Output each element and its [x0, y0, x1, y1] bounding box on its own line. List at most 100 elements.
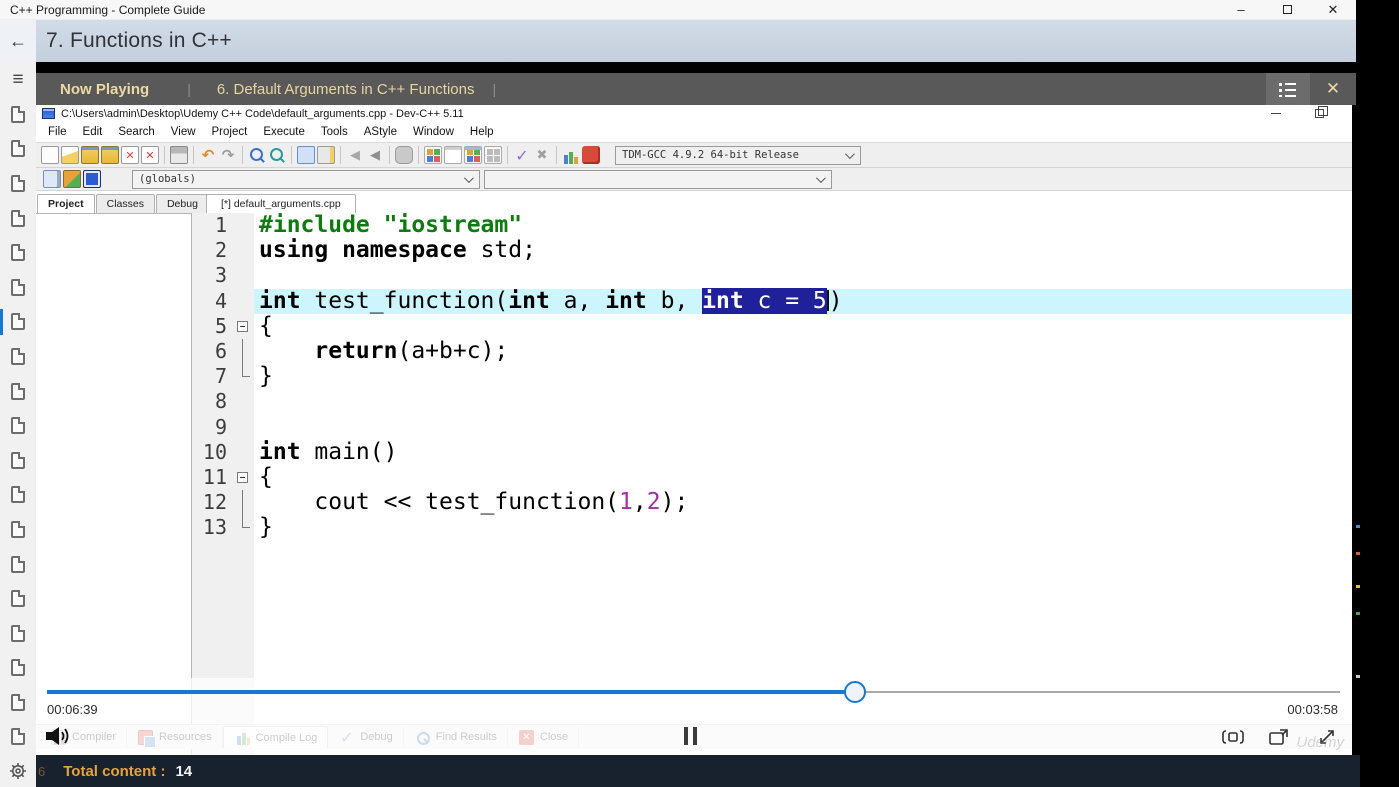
seek-fill: [47, 690, 855, 694]
members-select: [484, 170, 832, 189]
redo-icon: [219, 146, 237, 164]
lecture-item-selected[interactable]: [0, 305, 36, 340]
menu-button[interactable]: ≡: [12, 70, 23, 89]
document-icon: [11, 659, 25, 676]
theater-mode-button[interactable]: [1220, 725, 1246, 749]
fold-gutter: [232, 289, 254, 314]
menu-tools: Tools: [313, 126, 356, 138]
document-icon: [11, 279, 25, 296]
find-icon: [248, 146, 266, 164]
line-number: 6: [192, 339, 232, 364]
code-text: {: [254, 465, 1352, 490]
chevron-down-icon: [845, 149, 855, 159]
toolbar-separator: [164, 146, 165, 164]
document-icon: [11, 728, 25, 745]
player-controls-overlay: 00:06:39 00:03:58: [36, 678, 1352, 755]
lecture-list: [0, 97, 36, 754]
pause-icon: [684, 727, 688, 745]
insert-icon: [63, 170, 81, 188]
code-line-3: 3: [192, 263, 1352, 288]
line-number: 2: [192, 238, 232, 263]
document-icon: [11, 590, 25, 607]
ide-tab-row: ProjectClassesDebug [*] default_argument…: [36, 191, 1352, 213]
collapsed-panel-strip: [1356, 0, 1399, 755]
sidebar: ← ≡: [0, 20, 36, 787]
lecture-item[interactable]: [0, 408, 36, 443]
editor-lines: 1#include "iostream"2using namespace std…: [192, 213, 1352, 755]
lecture-item[interactable]: [0, 478, 36, 513]
code-line-11: 11 {: [192, 465, 1352, 490]
minimize-button[interactable]: –: [1218, 0, 1264, 19]
menu-execute: Execute: [255, 126, 313, 138]
lecture-item[interactable]: [0, 132, 36, 167]
line-number: 3: [192, 263, 232, 288]
lecture-item[interactable]: [0, 201, 36, 236]
code-line-13: 13}: [192, 515, 1352, 540]
toolbar-separator: [556, 146, 557, 164]
pause-button[interactable]: [684, 727, 706, 747]
lecture-item[interactable]: [0, 97, 36, 132]
pause-icon: [693, 727, 697, 745]
current-lecture-title: 6. Default Arguments in C++ Functions: [217, 81, 475, 98]
lecture-item[interactable]: [0, 166, 36, 201]
syntax-check-icon: [395, 146, 413, 164]
player-close-button[interactable]: ✕: [1310, 73, 1356, 105]
document-icon: [11, 625, 25, 642]
full-screen-grid-icon: [424, 146, 442, 164]
lecture-item[interactable]: [0, 270, 36, 305]
lecture-item[interactable]: [0, 685, 36, 720]
section-header: 7. Functions in C++: [36, 20, 1356, 62]
lecture-item[interactable]: [0, 374, 36, 409]
lecture-item[interactable]: [0, 339, 36, 374]
back-button[interactable]: ←: [0, 20, 36, 62]
devcpp-app-icon: [42, 108, 55, 119]
fold-end-icon: [242, 364, 250, 377]
volume-button[interactable]: [44, 725, 84, 749]
playlist-button[interactable]: [1266, 73, 1310, 105]
document-icon: [11, 417, 25, 434]
profile-chart-icon: [562, 146, 580, 164]
line-number: 11: [192, 465, 232, 490]
app-titlebar: C++ Programming - Complete Guide – ✕: [0, 0, 1356, 20]
menu-search: Search: [110, 126, 162, 138]
editor-tab: [*] default_arguments.cpp: [206, 194, 356, 213]
toolbar-separator: [340, 146, 341, 164]
line-number: 5: [192, 314, 232, 339]
lecture-item[interactable]: [0, 720, 36, 755]
maximize-button[interactable]: [1264, 0, 1310, 19]
code-text: {: [254, 314, 1352, 339]
document-icon: [11, 452, 25, 469]
lecture-item[interactable]: [0, 581, 36, 616]
popout-button[interactable]: [1266, 725, 1292, 749]
ide-toolbar-secondary: (globals): [36, 168, 1352, 191]
save-all-icon: [101, 146, 119, 164]
panel-tab-debug: Debug: [156, 194, 209, 213]
code-line-8: 8: [192, 389, 1352, 414]
menu-edit: Edit: [75, 126, 111, 138]
devcpp-window: C:\Users\admin\Desktop\Udemy C++ Code\de…: [36, 105, 1352, 755]
fold-gutter: [232, 515, 254, 540]
document-icon: [11, 383, 25, 400]
code-text: int test_function(int a, int b, int c = …: [254, 289, 1352, 314]
lecture-item[interactable]: [0, 443, 36, 478]
seek-bar[interactable]: [47, 687, 1340, 697]
menu-project: Project: [204, 126, 256, 138]
fold-box-icon: [237, 321, 248, 332]
close-button[interactable]: ✕: [1310, 0, 1356, 19]
fold-gutter: [232, 415, 254, 440]
fold-gutter: [232, 465, 254, 490]
new-file-icon: [41, 146, 59, 164]
window-grid-icon: [484, 146, 502, 164]
find-in-files-icon: [268, 146, 286, 164]
corner-fill: [1360, 755, 1399, 787]
settings-button[interactable]: [0, 761, 36, 781]
lecture-item[interactable]: [0, 547, 36, 582]
line-number: 9: [192, 415, 232, 440]
menu-view: View: [163, 126, 204, 138]
lecture-item[interactable]: [0, 651, 36, 686]
lecture-item[interactable]: [0, 235, 36, 270]
total-content-value: 14: [175, 763, 192, 780]
lecture-item[interactable]: [0, 512, 36, 547]
lecture-item[interactable]: [0, 616, 36, 651]
seek-handle[interactable]: [844, 681, 866, 703]
